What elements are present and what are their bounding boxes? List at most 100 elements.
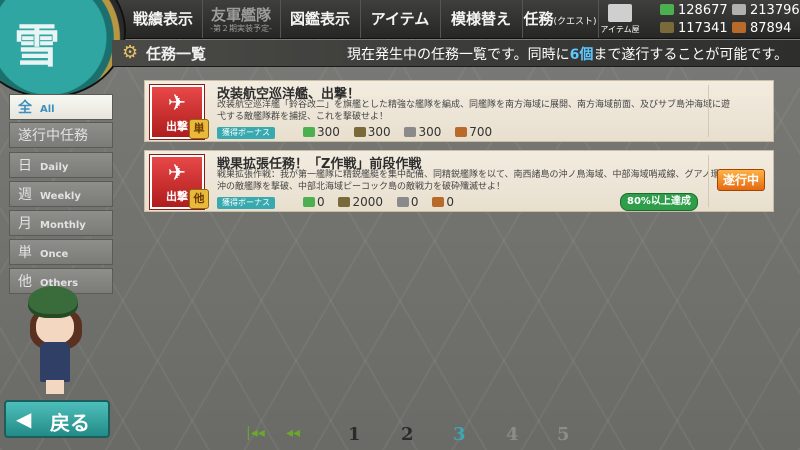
quest-row[interactable]: ✈ 出撃 単 改装航空巡洋艦、出撃！ 改装航空巡洋艦「鈴谷改二」を旗艦とした精強…: [144, 80, 774, 142]
fuel-icon: [660, 4, 674, 15]
quest-bonus-label: 獲得ボーナス: [217, 197, 275, 209]
steel-icon: [396, 197, 409, 207]
menu-fleet-label: 友軍艦隊: [210, 6, 271, 24]
reward-bauxite-value: 0: [446, 195, 454, 209]
page-3-current[interactable]: 3: [453, 424, 466, 445]
bauxite-icon: [455, 127, 468, 137]
back-button[interactable]: ◀ 戻る: [4, 400, 110, 438]
reward-bauxite: 0: [432, 195, 454, 209]
background: [0, 0, 800, 450]
resource-ammo: 117341: [660, 21, 728, 36]
menu-fleet-sublabel: -第２期実装予定-: [210, 24, 272, 33]
quest-info-text: 現在発生中の任務一覧です。同時に6個まで遂行することが可能です。: [347, 44, 788, 64]
menu-item-label: アイテム: [370, 10, 430, 28]
character-legs: [46, 380, 64, 394]
tab-all-jp: 全: [18, 100, 32, 116]
quest-type-badge: 他: [189, 189, 209, 209]
tab-monthly-jp: 月: [18, 216, 32, 232]
menu-decor[interactable]: 模様替え: [440, 0, 523, 38]
menu-quest[interactable]: 任務(クエスト): [522, 0, 599, 38]
tab-daily-en: Daily: [40, 162, 69, 173]
tab-weekly-en: Weekly: [40, 191, 81, 202]
reward-fuel-value: 0: [317, 195, 325, 209]
quest-description: 改装航空巡洋艦「鈴谷改二」を旗艦とした精強な艦隊を編成、同艦隊を南方海域に展開、…: [217, 100, 731, 122]
resource-steel: 213796: [732, 3, 800, 18]
tab-monthly[interactable]: 月 Monthly: [9, 210, 113, 236]
plane-icon: ✈: [167, 91, 187, 116]
ammo-icon: [660, 22, 674, 33]
tab-monthly-en: Monthly: [40, 220, 86, 231]
quest-type-badge: 単: [189, 119, 209, 139]
quest-bonus-label: 獲得ボーナス: [217, 127, 275, 139]
quest-rewards: 300 300 300 700: [303, 125, 502, 139]
secretary-character[interactable]: [22, 286, 92, 396]
fuel-icon: [303, 127, 315, 137]
back-label: 戻る: [50, 411, 90, 435]
reward-steel-value: 0: [410, 195, 419, 209]
menu-encyclopedia[interactable]: 図鑑表示: [280, 0, 361, 38]
menu-record-label: 戦績表示: [132, 10, 193, 28]
info-suffix: まで遂行することが可能です。: [593, 47, 788, 63]
item-shop-icon: [608, 4, 632, 22]
quest-divider: [708, 85, 709, 137]
reward-steel: 300: [404, 125, 441, 139]
menu-record[interactable]: 戦績表示: [124, 0, 203, 38]
prev-page-icon[interactable]: ◂◂: [286, 426, 312, 440]
menu-quest-sublabel: (クエスト): [553, 17, 597, 27]
reward-bauxite-value: 700: [469, 125, 493, 139]
first-page-icon[interactable]: |◂◂: [246, 426, 272, 440]
info-prefix: 現在発生中の任務一覧です。同時に: [347, 47, 570, 63]
quest-title-bar: ⚙ 任務一覧 現在発生中の任務一覧です。同時に6個まで遂行することが可能です。: [112, 40, 800, 67]
tab-all[interactable]: 全 All: [9, 94, 113, 120]
ammo-icon: [353, 127, 366, 137]
tab-weekly-jp: 週: [18, 187, 32, 203]
page-5: 5: [557, 424, 570, 445]
reward-steel-value: 300: [418, 125, 442, 139]
reward-ammo-value: 300: [367, 125, 391, 139]
steel-icon: [404, 127, 417, 137]
page-4: 4: [506, 424, 519, 445]
page-1[interactable]: 1: [348, 424, 361, 445]
tab-once-jp: 単: [18, 245, 32, 261]
steel-icon: [732, 4, 746, 15]
quest-divider: [708, 155, 709, 207]
page-title: 任務一覧: [146, 45, 207, 63]
fuel-value: 128677: [678, 3, 728, 18]
item-shop-button[interactable]: アイテム屋: [598, 2, 642, 36]
character-hat: [28, 286, 78, 318]
reward-bauxite: 700: [455, 125, 492, 139]
steel-value: 213796: [750, 3, 800, 18]
reward-fuel: 0: [303, 195, 325, 209]
tab-all-en: All: [40, 104, 55, 115]
menu-encyclopedia-label: 図鑑表示: [289, 10, 350, 28]
resource-bauxite: 87894: [732, 21, 791, 36]
tab-daily[interactable]: 日 Daily: [9, 152, 113, 178]
fuel-icon: [303, 197, 315, 207]
reward-fuel-value: 300: [317, 125, 340, 139]
menu-item[interactable]: アイテム: [360, 0, 441, 38]
menu-fleet: 友軍艦隊 -第２期実装予定-: [202, 0, 281, 38]
ammo-icon: [338, 197, 351, 207]
plane-icon: ✈: [167, 161, 187, 186]
tab-in-progress-jp: 遂行中任務: [18, 128, 88, 144]
emblem-character: 雪: [14, 19, 60, 73]
quest-progress-badge: 80%以上達成: [620, 193, 698, 211]
tab-in-progress[interactable]: 遂行中任務: [9, 122, 113, 148]
tab-weekly[interactable]: 週 Weekly: [9, 181, 113, 207]
bauxite-value: 87894: [750, 21, 792, 36]
reward-ammo-value: 2000: [352, 195, 384, 209]
tab-once[interactable]: 単 Once: [9, 239, 113, 265]
character-body: [40, 342, 70, 382]
bauxite-icon: [732, 22, 746, 33]
reward-ammo: 300: [353, 125, 391, 139]
menu-quest-label: 任務: [523, 10, 554, 28]
reward-fuel: 300: [303, 125, 340, 139]
ammo-value: 117341: [678, 21, 728, 36]
quest-description: 戦果拡張作戦：我が第一艦隊に精鋭艦艇を集中配備、同精鋭艦隊を以て、南西諸島の沖ノ…: [217, 170, 729, 192]
page-2[interactable]: 2: [401, 424, 414, 445]
reward-steel: 0: [396, 195, 419, 209]
quest-rewards: 0 2000 0 0: [303, 195, 464, 209]
arrow-left-icon: ◀: [16, 407, 32, 431]
item-shop-label: アイテム屋: [600, 25, 640, 34]
reward-ammo: 2000: [338, 195, 383, 209]
